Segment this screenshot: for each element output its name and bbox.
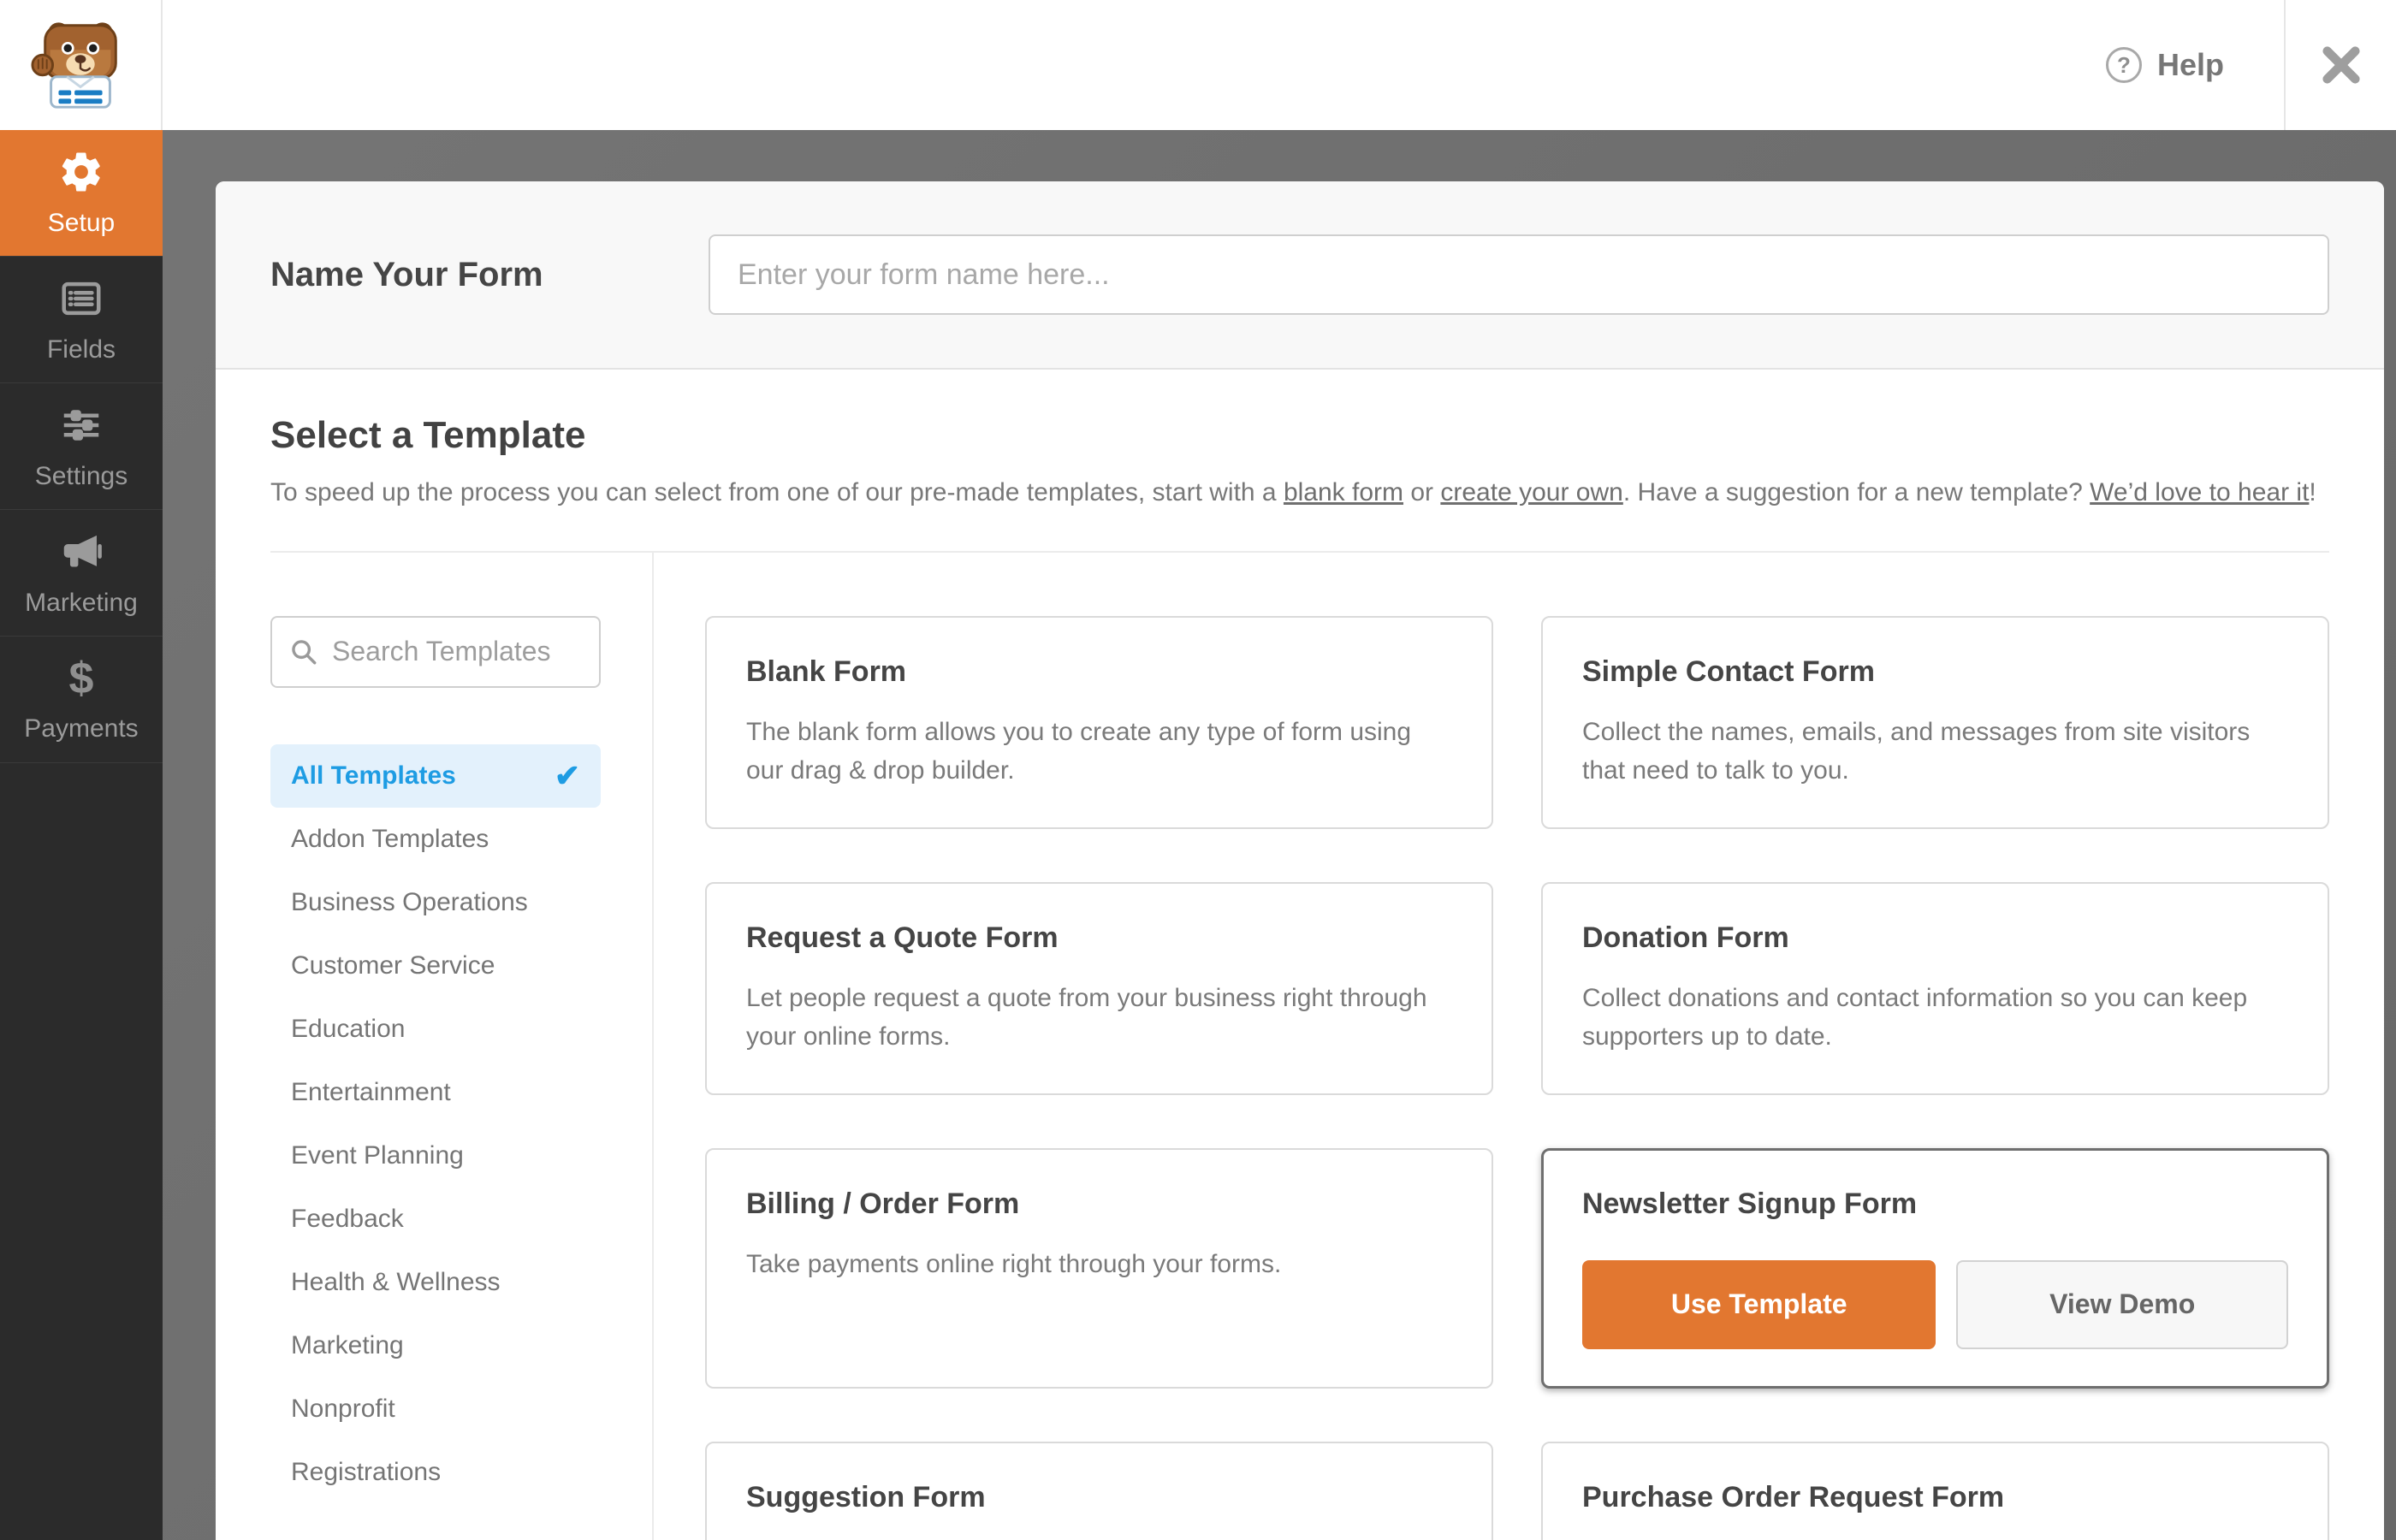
setup-panel: Name Your Form Select a Template To spee… — [216, 181, 2384, 1540]
suggestion-link[interactable]: We’d love to hear it — [2090, 478, 2309, 506]
template-card-actions: Use Template View Demo — [1582, 1259, 2288, 1349]
use-template-button[interactable]: Use Template — [1582, 1259, 1936, 1349]
category-label: Customer Service — [291, 951, 495, 980]
megaphone-icon — [63, 535, 102, 567]
template-card-suggestion-form[interactable]: Suggestion Form Gather site visitor sugg… — [705, 1441, 1493, 1540]
template-card-purchase-order-request-form[interactable]: Purchase Order Request Form Let your emp… — [1541, 1441, 2329, 1540]
create-your-own-link[interactable]: create your own — [1440, 478, 1622, 506]
select-template-intro: To speed up the process you can select f… — [270, 474, 2329, 512]
template-card-description: Take payments online right through your … — [746, 1249, 1282, 1278]
category-addon-templates[interactable]: Addon Templates — [270, 808, 601, 871]
category-label: Registrations — [291, 1457, 442, 1486]
template-card-blank-form[interactable]: Blank Form The blank form allows you to … — [705, 615, 1493, 829]
category-label: Entertainment — [291, 1077, 451, 1106]
builder-main-overlay: Name Your Form Select a Template To spee… — [163, 130, 2396, 1540]
template-card-newsletter-signup-form[interactable]: Newsletter Signup Form Use Template View… — [1541, 1147, 2329, 1389]
sidebar-label: Payments — [24, 714, 139, 743]
sidebar-item-settings[interactable]: Settings — [0, 383, 163, 510]
template-card-description: Collect donations and contact informatio… — [1582, 983, 2248, 1051]
template-category-list: All Templates ✔ Addon Templates Business… — [270, 743, 601, 1504]
template-card-simple-contact-form[interactable]: Simple Contact Form Collect the names, e… — [1541, 615, 2329, 829]
help-button[interactable]: ? Help — [2105, 47, 2284, 83]
intro-text: ! — [2309, 478, 2316, 506]
intro-text: To speed up the process you can select f… — [270, 478, 1284, 506]
search-templates-input[interactable] — [270, 615, 601, 688]
category-label: Addon Templates — [291, 824, 489, 853]
category-customer-service[interactable]: Customer Service — [270, 934, 601, 998]
bear-mascot-icon — [31, 22, 117, 109]
close-icon — [2322, 46, 2360, 84]
template-card-title: Blank Form — [746, 654, 907, 688]
template-card-description: Collect the names, emails, and messages … — [1582, 717, 2251, 785]
sidebar-item-fields[interactable]: Fields — [0, 257, 163, 383]
template-card-request-quote-form[interactable]: Request a Quote Form Let people request … — [705, 881, 1493, 1095]
category-health-wellness[interactable]: Health & Wellness — [270, 1251, 601, 1314]
template-card-title: Request a Quote Form — [746, 921, 1059, 954]
sidebar-item-marketing[interactable]: Marketing — [0, 510, 163, 637]
category-label: Business Operations — [291, 887, 528, 916]
name-your-form-section: Name Your Form — [216, 181, 2384, 370]
category-feedback[interactable]: Feedback — [270, 1188, 601, 1251]
category-label: Feedback — [291, 1204, 404, 1233]
template-card-title: Newsletter Signup Form — [1582, 1187, 1918, 1220]
category-label: Event Planning — [291, 1140, 464, 1170]
category-education[interactable]: Education — [270, 998, 601, 1061]
blank-form-link[interactable]: blank form — [1284, 478, 1403, 506]
template-card-title: Suggestion Form — [746, 1480, 986, 1513]
select-template-section: Select a Template To speed up the proces… — [216, 370, 2384, 1540]
template-grid-column: Blank Form The blank form allows you to … — [654, 553, 2329, 1540]
sliders-icon — [63, 409, 99, 441]
template-card-title: Donation Form — [1582, 921, 1789, 954]
help-label: Help — [2156, 47, 2224, 82]
template-card-title: Simple Contact Form — [1582, 654, 1875, 688]
sidebar-label: Settings — [34, 461, 128, 490]
gear-icon — [62, 151, 100, 192]
category-registrations[interactable]: Registrations — [270, 1441, 601, 1504]
form-name-input[interactable] — [709, 234, 2329, 315]
template-card-description: Let people request a quote from your bus… — [746, 983, 1427, 1051]
sidebar-label: Setup — [47, 208, 116, 237]
view-demo-button[interactable]: View Demo — [1956, 1259, 2288, 1349]
template-filter-column: All Templates ✔ Addon Templates Business… — [270, 552, 654, 1540]
name-your-form-label: Name Your Form — [270, 255, 543, 293]
category-label: Education — [291, 1014, 406, 1043]
sidebar-item-payments[interactable]: $ Payments — [0, 637, 163, 763]
fields-list-icon — [62, 281, 101, 315]
template-card-title: Purchase Order Request Form — [1582, 1480, 2005, 1513]
template-card-donation-form[interactable]: Donation Form Collect donations and cont… — [1541, 881, 2329, 1095]
category-all-templates[interactable]: All Templates ✔ — [270, 743, 601, 808]
template-card-description: The blank form allows you to create any … — [746, 717, 1412, 785]
help-icon: ? — [2105, 47, 2142, 83]
template-card-title: Billing / Order Form — [746, 1187, 1020, 1220]
category-label: All Templates — [291, 761, 456, 790]
category-event-planning[interactable]: Event Planning — [270, 1124, 601, 1188]
search-box — [270, 615, 601, 688]
top-bar: ? Help — [0, 0, 2396, 130]
builder-sidebar: Setup Fields Settings Marketing $ Paymen… — [0, 130, 163, 1540]
close-button[interactable] — [2284, 0, 2396, 130]
dollar-icon: $ — [68, 653, 94, 703]
sidebar-item-setup[interactable]: Setup — [0, 130, 163, 257]
category-nonprofit[interactable]: Nonprofit — [270, 1377, 601, 1441]
category-business-operations[interactable]: Business Operations — [270, 871, 601, 934]
category-marketing[interactable]: Marketing — [270, 1314, 601, 1377]
select-template-title: Select a Template — [270, 414, 586, 456]
category-entertainment[interactable]: Entertainment — [270, 1061, 601, 1124]
sidebar-label: Fields — [46, 335, 116, 364]
sidebar-label: Marketing — [25, 588, 138, 617]
intro-text: or — [1403, 478, 1441, 506]
search-icon — [292, 639, 317, 664]
template-columns: All Templates ✔ Addon Templates Business… — [270, 550, 2329, 1540]
wpforms-logo — [0, 0, 163, 130]
category-label: Nonprofit — [291, 1394, 395, 1423]
template-grid: Blank Form The blank form allows you to … — [705, 615, 2329, 1540]
category-label: Health & Wellness — [291, 1267, 501, 1296]
intro-text: . Have a suggestion for a new template? — [1622, 478, 2091, 506]
category-label: Marketing — [291, 1330, 404, 1359]
template-card-billing-order-form[interactable]: Billing / Order Form Take payments onlin… — [705, 1147, 1493, 1389]
check-icon: ✔ — [554, 757, 580, 793]
